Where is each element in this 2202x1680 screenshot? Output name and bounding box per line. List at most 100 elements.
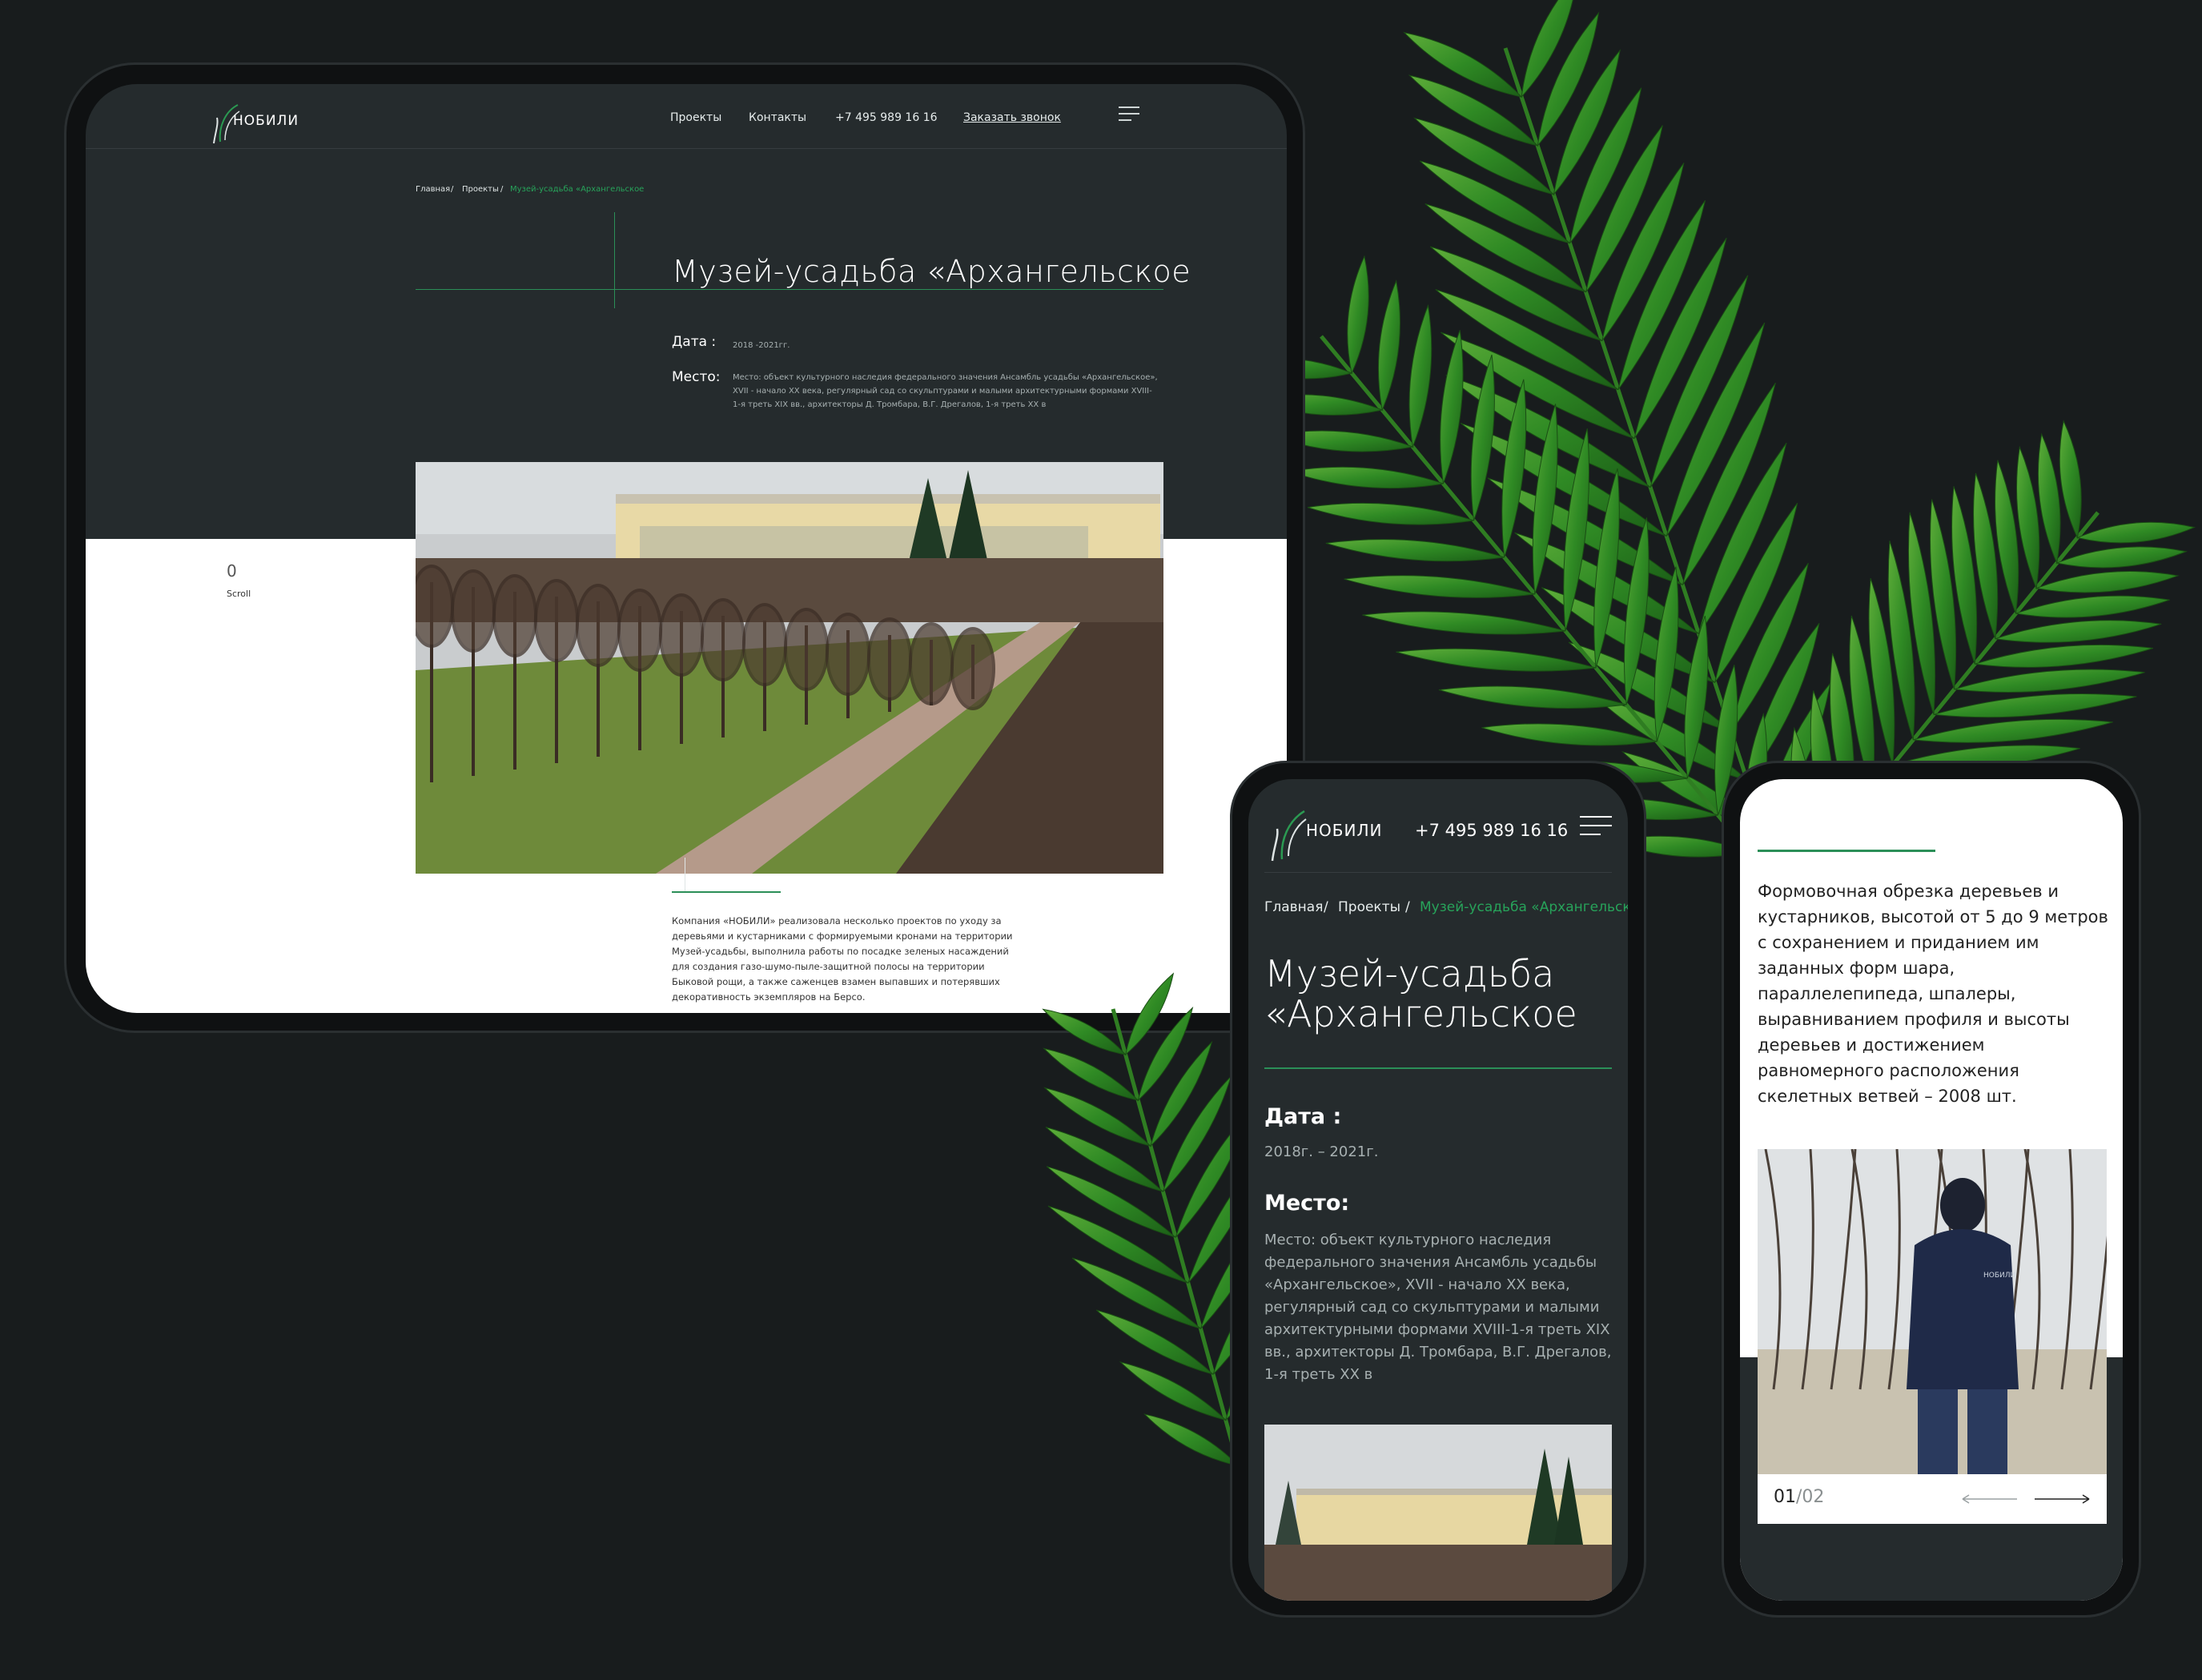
desktop-screen: НОБИЛИ Проекты Контакты +7 495 989 16 16… [86, 84, 1287, 1013]
tree-crown [576, 584, 621, 667]
gardener-photo: НОБИЛИ [1758, 1149, 2107, 1474]
breadcrumb-projects[interactable]: Проекты [462, 185, 499, 194]
palm-leaflet [1470, 354, 1495, 521]
arrow-right-icon[interactable] [2033, 1493, 2091, 1505]
slide-total: 02 [1802, 1487, 1825, 1507]
tree-crown [867, 617, 912, 701]
tablet-device-frame: НОБИЛИ Проекты Контакты +7 495 989 16 16… [64, 62, 1305, 1033]
breadcrumb-projects[interactable]: Проекты [1338, 899, 1400, 915]
work-description: Формовочная обрезка деревьев и кустарник… [1758, 882, 2108, 1106]
decor-green-line [672, 891, 781, 893]
scroll-label: Scroll [227, 589, 251, 599]
title-underline [1264, 1067, 1612, 1069]
breadcrumb-home[interactable]: Главная [1264, 899, 1323, 915]
title-underline [416, 289, 1163, 290]
breadcrumb-current: Музей-усадьба «Архангельское [510, 185, 645, 194]
date-value: 2018г. – 2021г. [1264, 1143, 1379, 1160]
slide-counter: 01/02 [1774, 1487, 1824, 1507]
place-label: Место: [1264, 1191, 1350, 1216]
page-title-line: Музей-усадьба [1264, 952, 1555, 995]
palm-leaflet [1973, 472, 1999, 639]
jacket-logo: НОБИЛИ [1983, 1272, 2015, 1280]
palm-leaflet [2016, 445, 2040, 590]
logo-text[interactable]: НОБИЛИ [1306, 821, 1382, 840]
slider-pager: 01/02 [1758, 1474, 2107, 1524]
palm-leaflet [1289, 466, 1444, 489]
palm-leaflet [1995, 620, 2162, 643]
nav-phone[interactable]: +7 495 989 16 16 [835, 111, 938, 124]
nav-projects[interactable]: Проекты [670, 111, 721, 124]
tree-crown [784, 608, 829, 691]
breadcrumb-separator: / [500, 185, 504, 194]
place-value: Место: объект культурного наследия федер… [1264, 1232, 1612, 1383]
palm-leaflet [1362, 611, 1566, 635]
scroll-counter: 0 [227, 561, 237, 581]
palm-leaflet [1307, 502, 1474, 525]
palm-leaflet [1654, 566, 1679, 742]
logo-text[interactable]: НОБИЛИ [233, 113, 299, 129]
palm-leaflet [1408, 303, 1433, 448]
palm-leaflet [2015, 595, 2170, 618]
breadcrumb-separator: / [1324, 899, 1328, 915]
palm-leaflet [2059, 420, 2082, 540]
palm-leaflet [1438, 685, 1627, 709]
header-divider [1264, 872, 1612, 873]
callback-link[interactable]: Заказать звонок [963, 111, 1061, 124]
header-divider [86, 148, 1287, 149]
date-label: Дата : [672, 334, 717, 350]
palm-leaflet [2055, 546, 2188, 569]
breadcrumb-separator: / [451, 185, 454, 194]
tree-crown [742, 603, 787, 686]
palm-leaflet [1995, 460, 2019, 614]
nav-contacts[interactable]: Контакты [749, 111, 806, 124]
tree-crown [701, 598, 745, 681]
tree-crown [909, 622, 954, 705]
header-phone[interactable]: +7 495 989 16 16 [1415, 821, 1568, 840]
page-title: Музей-усадьба «Архангельское [1264, 954, 1577, 1034]
tree-crown [451, 569, 496, 653]
arrow-left-icon[interactable] [1961, 1493, 2019, 1505]
place-label: Место: [672, 369, 721, 385]
menu-icon[interactable] [1580, 816, 1612, 840]
palm-leaflet [1913, 718, 2113, 743]
palm-leaflet [1440, 330, 1464, 484]
palm-leaflet [1344, 575, 1535, 598]
palm-leaflet [1481, 723, 1658, 746]
project-description: Компания «НОБИЛИ» реализовала несколько … [672, 915, 1013, 1003]
tree-crown [416, 565, 454, 648]
mobile-screen-left: НОБИЛИ +7 495 989 16 16 Главная / Проект… [1248, 779, 1628, 1601]
tree-crown [659, 593, 704, 677]
date-label: Дата : [1264, 1104, 1342, 1129]
breadcrumb-home[interactable]: Главная [416, 185, 450, 194]
project-photo-park [416, 462, 1163, 874]
tree-crown [950, 627, 995, 710]
breadcrumb-separator: / [1405, 899, 1410, 915]
palm-leaflet [2037, 432, 2061, 565]
decor-vertical-line [614, 212, 615, 308]
project-photo-estate [1264, 1425, 1612, 1601]
tree-crown [826, 613, 870, 696]
palm-leaflet [1396, 648, 1597, 672]
phone-device-frame: НОБИЛИ +7 495 989 16 16 Главная / Проект… [1230, 761, 1646, 1618]
palm-leaflet [1954, 669, 2145, 693]
phone-device-frame: Формовочная обрезка деревьев и кустарник… [1722, 761, 2141, 1618]
mobile-screen-right: Формовочная обрезка деревьев и кустарник… [1740, 779, 2123, 1601]
breadcrumb-current: Музей-усадьба «Архангельское [1420, 899, 1628, 915]
palm-leaflet [1933, 693, 2137, 718]
menu-icon[interactable] [1119, 107, 1139, 124]
place-value: Место: объект культурного наследия федер… [733, 373, 1158, 409]
palm-leaflet [2035, 571, 2180, 593]
palm-leaflet [1975, 644, 2154, 668]
palm-leaflet [1377, 279, 1400, 412]
palm-leaflet [1325, 539, 1505, 562]
palm-leaflet [1347, 255, 1369, 375]
date-value: 2018 -2021гг. [733, 341, 790, 350]
logo-icon[interactable] [1264, 805, 1308, 866]
palm-leaflet [2075, 521, 2196, 544]
tree-crown [534, 579, 579, 662]
tree-crown [617, 589, 662, 672]
palm-leaflet [1585, 125, 1663, 293]
slide-current: 01 [1774, 1487, 1796, 1507]
page-title-line: «Архангельское [1264, 992, 1577, 1035]
page-title: Музей-усадьба «Архангельское [672, 254, 1191, 289]
